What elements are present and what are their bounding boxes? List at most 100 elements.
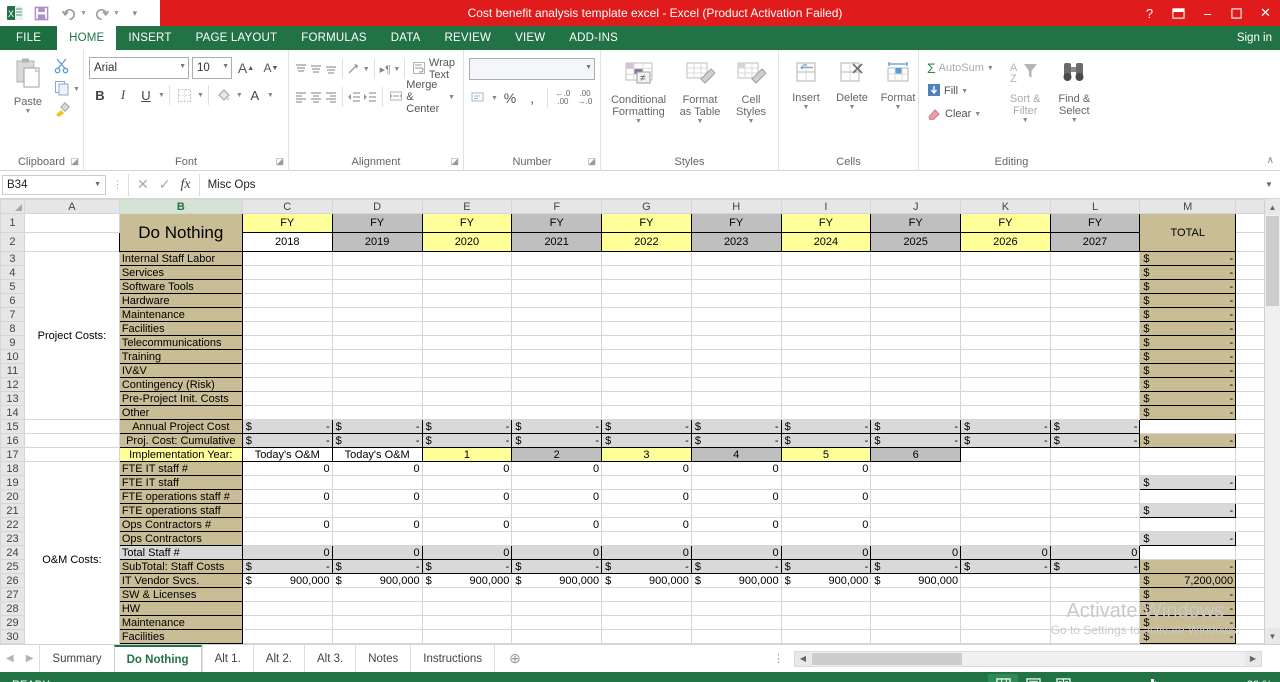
cell-m28-total[interactable]: $ - [1139,601,1237,616]
row-header-25[interactable]: 25 [0,559,25,574]
cell-e25[interactable]: $ - [421,559,513,574]
cell-i8[interactable] [780,321,872,336]
cell-f26[interactable]: $900,000 [511,573,603,588]
cell-e16[interactable]: $ - [421,433,513,448]
cell-e17[interactable]: 1 [421,447,513,462]
cell-g2-year[interactable]: 2022 [601,232,692,252]
cell-g24[interactable]: 0 [601,545,692,560]
cell-i6[interactable] [780,293,872,308]
cell-m29-total[interactable]: $ - [1139,615,1237,630]
accounting-dropdown-icon[interactable]: ▼ [491,95,498,102]
cell-f27[interactable] [511,587,603,602]
ribbon-display-options-icon[interactable] [1164,0,1193,26]
italic-button[interactable]: I [112,84,134,106]
cell-b23-line-item[interactable]: Ops Contractors [118,531,243,546]
cell-a3-project-costs-label[interactable]: Project Costs: [23,251,120,420]
cell-l30[interactable] [1049,629,1141,644]
cell-c10[interactable] [241,349,333,364]
cell-e15[interactable]: $ - [421,419,513,434]
cell-g7[interactable] [601,307,692,322]
cell-i31[interactable] [780,643,872,644]
cell-b26-it-vendor-label[interactable]: IT Vendor Svcs. [118,573,243,588]
cell-d23[interactable] [331,531,423,546]
row-header-8[interactable]: 8 [0,321,25,336]
increase-font-size-button[interactable]: A ▲ [235,57,257,79]
cell-b19-line-item[interactable]: FTE IT staff [118,475,243,490]
cell-l2-year[interactable]: 2027 [1049,232,1141,252]
cell-j1-fy[interactable]: FY [870,213,962,233]
cell-i13[interactable] [780,391,872,406]
cell-h25[interactable]: $ - [690,559,782,574]
format-cells-dropdown-icon[interactable]: ▼ [895,104,902,111]
row-header-1[interactable]: 1 [0,213,25,233]
alignment-dialog-launcher-icon[interactable]: ◪ [450,156,459,167]
number-format-input[interactable] [469,58,595,80]
cell-c11[interactable] [241,363,333,378]
cell-j23[interactable] [870,531,962,546]
row-header-16[interactable]: 16 [0,433,25,448]
ribbon-tab-strip[interactable]: FILE HOME INSERT PAGE LAYOUT FORMULAS DA… [0,26,1280,50]
cell-a2[interactable] [23,232,120,252]
sheet-tabs[interactable]: Summary Do Nothing Alt 1. Alt 2. Alt 3. … [39,645,534,672]
clear-dropdown-icon[interactable]: ▼ [974,111,981,118]
cell-c8[interactable] [241,321,333,336]
close-button[interactable]: ✕ [1251,0,1280,26]
font-dialog-launcher-icon[interactable]: ◪ [275,156,284,167]
page-layout-view-button[interactable] [1018,674,1048,682]
cell-j4[interactable] [870,265,962,280]
cell-m26-total[interactable]: $7,200,000 [1139,573,1237,588]
cell-e3[interactable] [421,251,513,266]
cell-i2-year[interactable]: 2024 [780,232,872,252]
tab-home[interactable]: HOME [57,26,117,50]
cell-h29[interactable] [690,615,782,630]
row-header-27[interactable]: 27 [0,587,25,602]
cell-b18-line-item[interactable]: FTE IT staff # [118,461,243,476]
cell-c15[interactable]: $ - [241,419,333,434]
cell-styles-dropdown-icon[interactable]: ▼ [748,118,755,125]
increase-decimal-button[interactable]: ←.0.00 [553,87,573,109]
comma-style-button[interactable]: , [522,87,542,109]
cell-e24[interactable]: 0 [421,545,513,560]
row-header-17[interactable]: 17 [0,447,25,462]
cell-k11[interactable] [960,363,1051,378]
cell-k13[interactable] [960,391,1051,406]
cell-b29-line-item[interactable]: Maintenance [118,615,243,630]
cell-h4[interactable] [690,265,782,280]
cell-k30[interactable] [960,629,1051,644]
cell-m18[interactable] [1139,461,1237,476]
horizontal-scrollbar[interactable]: ◀ ▶ [794,650,1262,667]
merge-and-center-button[interactable]: Merge & Center ▼ [386,79,458,115]
formula-input[interactable]: Misc Ops [200,174,1260,196]
cell-e18[interactable]: 0 [421,461,513,476]
quick-access-toolbar[interactable]: X ▼ ▼ ▾ [0,0,148,26]
cell-m24[interactable] [1139,545,1237,560]
cell-b25-subtotal-staff-label[interactable]: SubTotal: Staff Costs [118,559,243,574]
horizontal-scrollbar-thumb[interactable] [812,652,962,665]
autosum-button[interactable]: Σ AutoSum ▼ [924,57,997,79]
cell-l4[interactable] [1049,265,1141,280]
clipboard-dialog-launcher-icon[interactable]: ◪ [70,156,79,167]
orientation-button[interactable] [347,58,362,80]
cell-k21[interactable] [960,503,1051,518]
cell-g15[interactable]: $ - [601,419,692,434]
cell-f21[interactable] [511,503,603,518]
font-color-button[interactable]: A [244,84,266,106]
cell-m3-total[interactable]: $ - [1139,251,1237,266]
align-bottom-button[interactable] [324,58,338,80]
cell-l6[interactable] [1049,293,1141,308]
cell-k22[interactable] [960,517,1051,532]
cell-j28[interactable] [870,601,962,616]
cell-d6[interactable] [331,293,423,308]
row-header-28[interactable]: 28 [0,601,25,616]
cell-g14[interactable] [601,405,692,420]
cell-j27[interactable] [870,587,962,602]
row-header-13[interactable]: 13 [0,391,25,406]
cell-g20[interactable]: 0 [601,489,692,504]
cell-e5[interactable] [421,279,513,294]
number-format-combo[interactable]: ▼ [469,58,595,80]
cell-i27[interactable] [780,587,872,602]
cell-k3[interactable] [960,251,1051,266]
cell-m19-total[interactable]: $ - [1139,475,1237,490]
autosum-dropdown-icon[interactable]: ▼ [987,65,994,72]
cell-d19[interactable] [331,475,423,490]
